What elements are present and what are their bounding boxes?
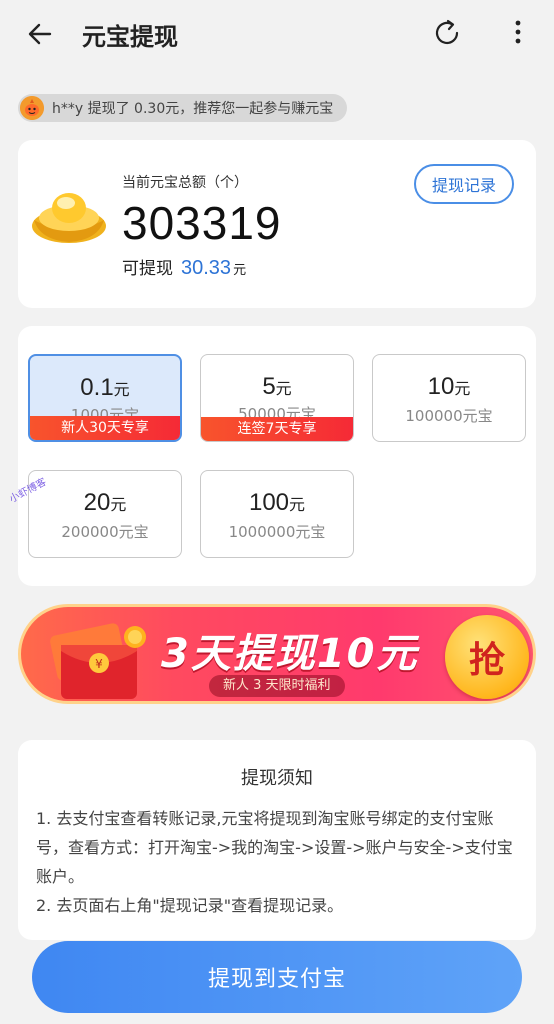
option-100[interactable]: 100元 1000000元宝 [200,470,354,558]
withdraw-options-card: 0.1元 1000元宝 新人30天专享 5元 50000元宝 连签7天专享 10… [18,326,536,586]
option-20[interactable]: 20元 200000元宝 [28,470,182,558]
refresh-button[interactable] [430,16,464,50]
option-ingots: 1000000元宝 [228,523,326,541]
notice-line: 1. 去支付宝查看转账记录,元宝将提现到淘宝账号绑定的支付宝账号，查看方式：打开… [36,809,513,886]
promo-subtitle: 新人 3 天限时福利 [209,675,345,697]
balance-total: 303319 [122,197,282,249]
avatar [20,96,44,120]
back-button[interactable] [24,18,56,50]
promo-banner[interactable]: ¥ 3天提现10元 新人 3 天限时福利 抢 [18,604,536,704]
withdrawable-row: 可提现 30.33 元 [122,254,246,280]
svg-text:¥: ¥ [95,657,103,671]
option-amount: 0.1元 [80,374,130,401]
withdraw-ticker: h**y 提现了 0.30元，推荐您一起参与赚元宝 [18,94,348,122]
withdrawable-unit: 元 [233,263,247,278]
notice-title: 提现须知 [241,768,313,789]
red-envelope-icon: ¥ [50,623,146,699]
balance-label: 当前元宝总额（个） [122,175,248,191]
gold-ingot-icon [32,193,106,243]
balance-card: 当前元宝总额（个） 303319 可提现 30.33 元 提现记录 [18,140,536,308]
promo-title: 3天提现10元 [161,631,419,677]
option-10[interactable]: 10元 100000元宝 [372,354,526,442]
notice-card: 提现须知 1. 去支付宝查看转账记录,元宝将提现到淘宝账号绑定的支付宝账号，查看… [18,740,536,940]
withdrawable-amount: 30.33 [181,257,232,279]
top-bar: 元宝提现 [0,0,554,68]
withdrawable-label: 可提现 [122,259,173,279]
option-amount: 10元 [427,373,471,400]
option-ingots: 100000元宝 [405,407,493,425]
more-options-button[interactable] [508,16,528,50]
option-amount: 5元 [262,373,292,400]
more-vertical-icon [515,20,521,44]
option-ingots: 200000元宝 [61,523,149,541]
option-0-1[interactable]: 0.1元 1000元宝 新人30天专享 [28,354,182,442]
notice-body: 1. 去支付宝查看转账记录,元宝将提现到淘宝账号绑定的支付宝账号，查看方式：打开… [36,804,518,920]
refresh-icon [435,19,459,45]
page-title: 元宝提现 [82,23,178,51]
withdraw-records-button[interactable]: 提现记录 [414,164,514,204]
grab-button[interactable]: 抢 [445,615,529,699]
option-amount: 20元 [83,489,127,516]
option-amount: 100元 [248,489,306,516]
notice-line: 2. 去页面右上角"提现记录"查看提现记录。 [36,896,344,915]
option-5[interactable]: 5元 50000元宝 连签7天专享 [200,354,354,442]
option-tag: 连签7天专享 [201,417,353,441]
arrow-left-icon [28,23,52,45]
ticker-text: h**y 提现了 0.30元，推荐您一起参与赚元宝 [52,101,334,117]
mascot-icon [20,96,44,120]
option-tag: 新人30天专享 [30,416,180,440]
withdraw-to-alipay-button[interactable]: 提现到支付宝 [32,941,522,1013]
